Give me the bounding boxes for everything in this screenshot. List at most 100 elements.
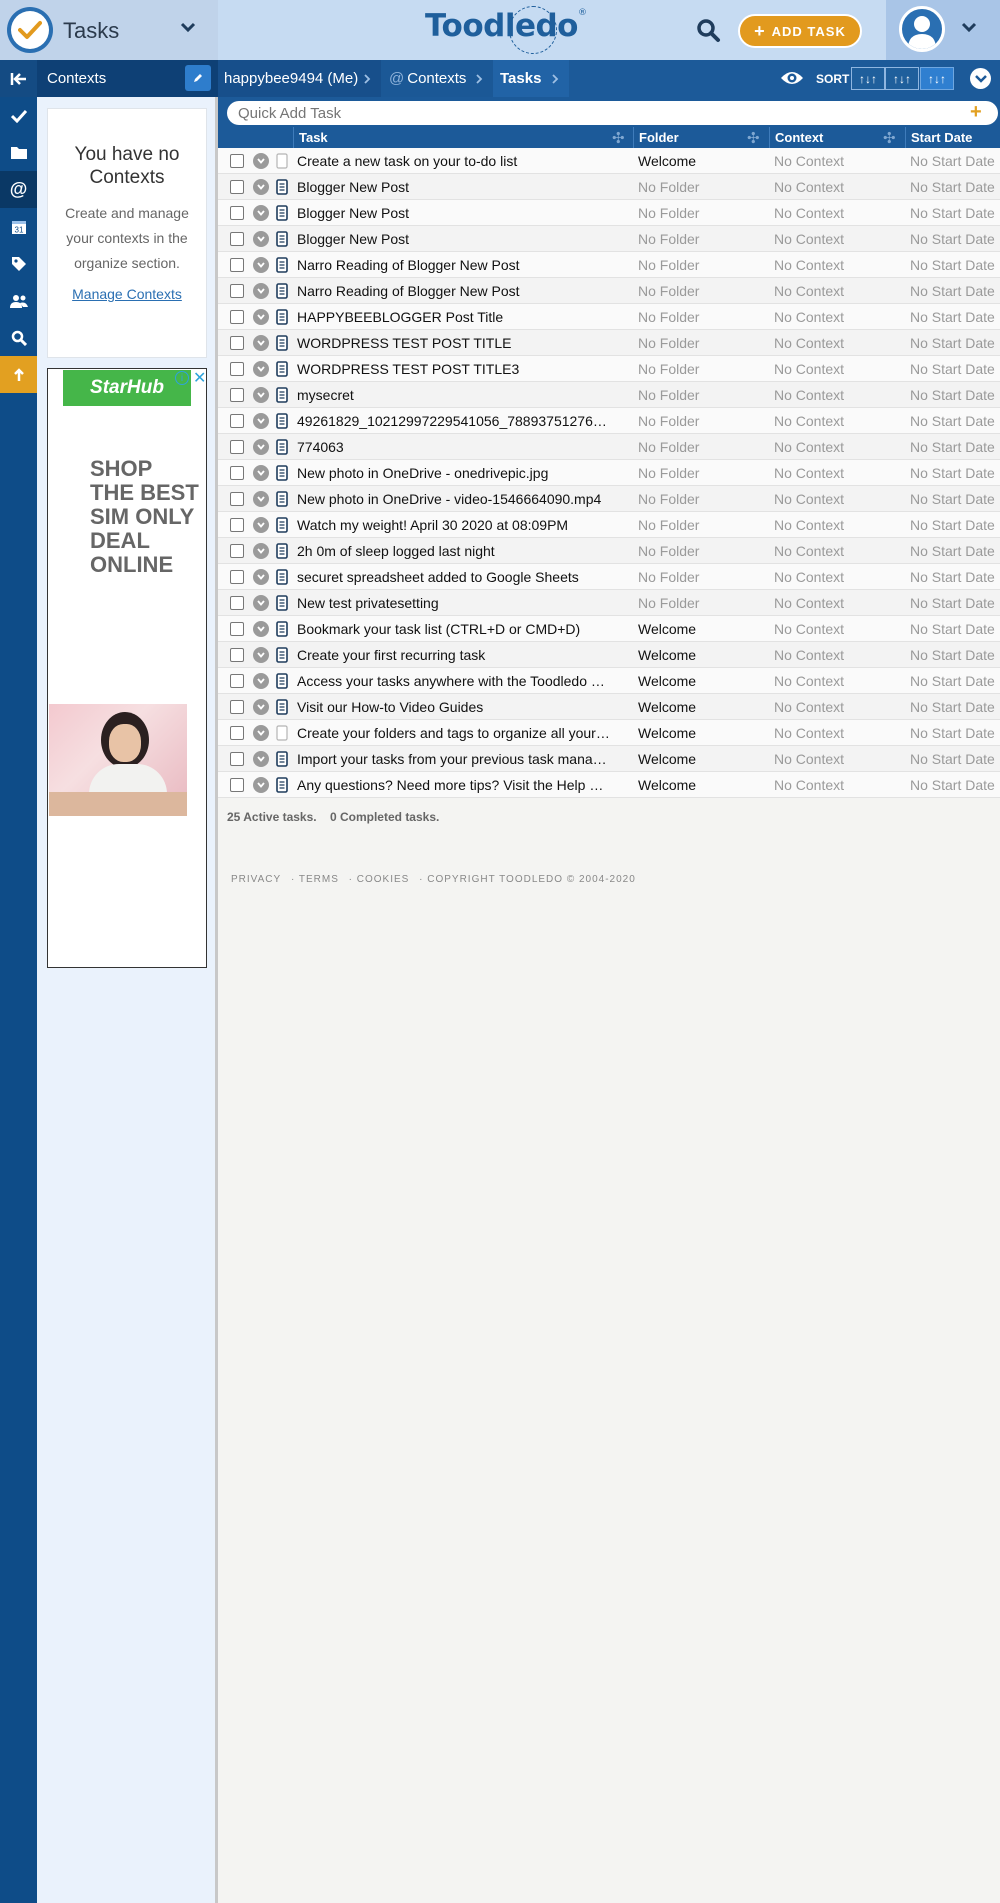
task-checkbox[interactable] [230, 570, 244, 584]
task-context[interactable]: No Context [774, 153, 844, 169]
chevron-down-icon[interactable] [961, 20, 977, 38]
rail-tags[interactable] [0, 245, 37, 282]
expand-subtasks-icon[interactable] [253, 257, 269, 273]
note-icon[interactable] [276, 699, 288, 715]
task-start-date[interactable]: No Start Date [910, 257, 995, 273]
expand-subtasks-icon[interactable] [253, 777, 269, 793]
note-icon[interactable] [276, 413, 288, 429]
task-name[interactable]: Create your first recurring task [297, 647, 612, 663]
task-start-date[interactable]: No Start Date [910, 205, 995, 221]
task-folder[interactable]: Welcome [638, 725, 696, 741]
expand-subtasks-icon[interactable] [253, 543, 269, 559]
task-name[interactable]: Blogger New Post [297, 205, 612, 221]
task-name[interactable]: WORDPRESS TEST POST TITLE [297, 335, 612, 351]
task-checkbox[interactable] [230, 596, 244, 610]
task-name[interactable]: Bookmark your task list (CTRL+D or CMD+D… [297, 621, 612, 637]
task-name[interactable]: 49261829_10212997229541056_7889375127660… [297, 413, 612, 429]
task-name[interactable]: securet spreadsheet added to Google Shee… [297, 569, 612, 585]
task-start-date[interactable]: No Start Date [910, 751, 995, 767]
expand-subtasks-icon[interactable] [253, 153, 269, 169]
note-icon[interactable] [276, 361, 288, 377]
note-icon[interactable] [276, 517, 288, 533]
eye-icon[interactable] [780, 68, 804, 93]
task-row[interactable]: Narro Reading of Blogger New Post No Fold… [218, 278, 1000, 304]
task-folder[interactable]: Welcome [638, 153, 696, 169]
task-checkbox[interactable] [230, 154, 244, 168]
task-folder[interactable]: Welcome [638, 647, 696, 663]
task-checkbox[interactable] [230, 180, 244, 194]
task-folder[interactable]: Welcome [638, 621, 696, 637]
task-context[interactable]: No Context [774, 413, 844, 429]
task-checkbox[interactable] [230, 284, 244, 298]
task-folder[interactable]: Welcome [638, 699, 696, 715]
task-folder[interactable]: Welcome [638, 777, 696, 793]
task-row[interactable]: 49261829_10212997229541056_7889375127660… [218, 408, 1000, 434]
task-checkbox[interactable] [230, 414, 244, 428]
task-name[interactable]: Create a new task on your to-do list [297, 153, 612, 169]
note-icon[interactable] [276, 491, 288, 507]
rail-contexts[interactable]: @ [0, 171, 37, 208]
note-icon[interactable] [276, 257, 288, 273]
column-start-date[interactable]: Start Date [905, 127, 1000, 148]
task-row[interactable]: Create your first recurring task Welcome N… [218, 642, 1000, 668]
task-row[interactable]: 2h 0m of sleep logged last night No Folde… [218, 538, 1000, 564]
task-folder[interactable]: No Folder [638, 179, 699, 195]
task-checkbox[interactable] [230, 206, 244, 220]
rail-calendar[interactable]: 31 [0, 208, 37, 245]
task-folder[interactable]: No Folder [638, 439, 699, 455]
task-name[interactable]: Narro Reading of Blogger New Post [297, 283, 612, 299]
note-icon[interactable] [276, 569, 288, 585]
task-start-date[interactable]: No Start Date [910, 179, 995, 195]
task-context[interactable]: No Context [774, 777, 844, 793]
column-context[interactable]: Context ✣ [769, 127, 905, 148]
note-icon[interactable] [276, 205, 288, 221]
note-icon[interactable] [276, 439, 288, 455]
task-name[interactable]: 774063 [297, 439, 612, 455]
task-folder[interactable]: No Folder [638, 517, 699, 533]
task-start-date[interactable]: No Start Date [910, 465, 995, 481]
rail-collaborators[interactable] [0, 282, 37, 319]
note-icon[interactable] [276, 387, 288, 403]
task-checkbox[interactable] [230, 674, 244, 688]
expand-subtasks-icon[interactable] [253, 751, 269, 767]
move-column-icon[interactable]: ✣ [612, 128, 625, 149]
task-name[interactable]: Access your tasks anywhere with the Tood… [297, 673, 612, 689]
expand-subtasks-icon[interactable] [253, 361, 269, 377]
task-folder[interactable]: No Folder [638, 543, 699, 559]
task-folder[interactable]: No Folder [638, 491, 699, 507]
task-folder[interactable]: No Folder [638, 465, 699, 481]
task-name[interactable]: New photo in OneDrive - onedrivepic.jpg [297, 465, 612, 481]
task-context[interactable]: No Context [774, 491, 844, 507]
expand-subtasks-icon[interactable] [253, 309, 269, 325]
app-switcher[interactable]: Tasks [0, 0, 218, 60]
expand-subtasks-icon[interactable] [253, 283, 269, 299]
column-folder[interactable]: Folder ✣ [633, 127, 769, 148]
empty-note-icon[interactable] [276, 153, 288, 169]
task-name[interactable]: mysecret [297, 387, 612, 403]
note-icon[interactable] [276, 283, 288, 299]
expand-subtasks-icon[interactable] [253, 491, 269, 507]
task-start-date[interactable]: No Start Date [910, 283, 995, 299]
task-row[interactable]: securet spreadsheet added to Google Shee… [218, 564, 1000, 590]
task-start-date[interactable]: No Start Date [910, 231, 995, 247]
task-checkbox[interactable] [230, 544, 244, 558]
task-checkbox[interactable] [230, 518, 244, 532]
expand-subtasks-icon[interactable] [253, 231, 269, 247]
task-folder[interactable]: No Folder [638, 413, 699, 429]
task-context[interactable]: No Context [774, 647, 844, 663]
task-start-date[interactable]: No Start Date [910, 361, 995, 377]
task-context[interactable]: No Context [774, 725, 844, 741]
task-checkbox[interactable] [230, 388, 244, 402]
task-start-date[interactable]: No Start Date [910, 517, 995, 533]
advertisement[interactable]: StarHub i ✕ SHOP THE BEST SIM ONLY DEAL … [47, 368, 207, 968]
task-folder[interactable]: No Folder [638, 257, 699, 273]
task-folder[interactable]: No Folder [638, 283, 699, 299]
note-icon[interactable] [276, 465, 288, 481]
search-icon[interactable] [695, 17, 721, 43]
task-row[interactable]: New photo in OneDrive - onedrivepic.jpg N… [218, 460, 1000, 486]
column-task[interactable]: Task ✣ [293, 127, 633, 148]
task-folder[interactable]: No Folder [638, 361, 699, 377]
task-context[interactable]: No Context [774, 257, 844, 273]
task-checkbox[interactable] [230, 336, 244, 350]
task-row[interactable]: Blogger New Post No Folder No Context No St… [218, 200, 1000, 226]
